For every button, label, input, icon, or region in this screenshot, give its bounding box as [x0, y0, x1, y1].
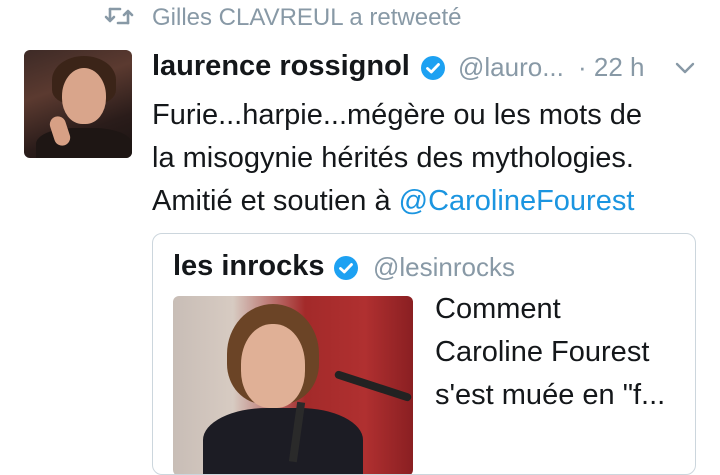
tweet-header: laurence rossignol @lauro... · 22 h — [152, 50, 712, 86]
author-avatar[interactable] — [24, 50, 132, 158]
tweet-text-line: Amitié et soutien à @CarolineFourest — [152, 180, 712, 223]
quoted-author-handle[interactable]: @lesinrocks — [373, 252, 515, 283]
quoted-desc-line: Caroline Fourest — [435, 336, 650, 368]
quoted-tweet-description: Comment Caroline Fourest s'est muée en "… — [435, 288, 685, 417]
tweet-text-fragment: Amitié et soutien à — [152, 185, 399, 217]
tweet-text: Furie...harpie...mégère ou les mots de l… — [152, 94, 712, 223]
mention-link[interactable]: @CarolineFourest — [399, 185, 635, 217]
quoted-desc-line: Comment — [435, 293, 561, 325]
tweet-text-line: Furie...harpie...mégère ou les mots de — [152, 99, 643, 131]
retweet-context: Gilles CLAVREUL a retweeté — [0, 0, 720, 38]
quoted-tweet-card[interactable]: les inrocks @lesinrocks Comment Caroline… — [152, 233, 696, 475]
verified-badge-icon — [334, 256, 358, 280]
avatar-coat — [36, 128, 132, 158]
verified-badge-icon — [421, 56, 445, 80]
author-name[interactable]: laurence rossignol — [152, 50, 410, 83]
image-face — [241, 324, 305, 408]
quoted-author-name[interactable]: les inrocks — [173, 250, 325, 283]
retweet-text[interactable]: Gilles CLAVREUL a retweeté — [152, 4, 461, 32]
chevron-down-icon[interactable] — [674, 60, 696, 76]
quoted-desc-line: s'est muée en "f... — [435, 379, 666, 411]
tweet-timestamp[interactable]: · 22 h — [578, 52, 645, 83]
microphone-icon — [333, 369, 413, 403]
retweet-icon — [104, 7, 134, 25]
image-body — [203, 408, 363, 474]
tweet-text-line: la misogynie hérités des mythologies. — [152, 142, 634, 174]
quoted-tweet-image[interactable] — [173, 296, 413, 474]
avatar-face — [62, 68, 106, 124]
author-handle[interactable]: @lauro... — [458, 52, 564, 83]
